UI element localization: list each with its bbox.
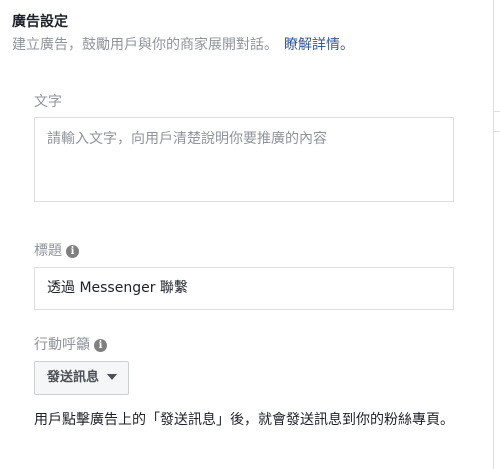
caret-down-icon — [107, 374, 118, 380]
cta-dropdown-button[interactable]: 發送訊息 — [34, 361, 130, 395]
learn-more-link[interactable]: 瞭解詳情。 — [284, 37, 354, 53]
info-icon[interactable]: i — [94, 339, 107, 352]
text-field-placeholder: 請輸入文字，向用戶清楚說明你要推廣的內容 — [47, 131, 327, 147]
section-description: 建立廣告，鼓勵用戶與你的商家展開對話。 瞭解詳情。 — [12, 36, 354, 54]
divider-tick — [494, 131, 500, 132]
ad-settings-panel: 廣告設定 建立廣告，鼓勵用戶與你的商家展開對話。 瞭解詳情。 文字 請輸入文字，向… — [0, 0, 500, 469]
cta-field-label-row: 行動呼籲 i — [34, 336, 107, 354]
section-title: 廣告設定 — [12, 14, 68, 30]
text-field-label: 文字 — [34, 94, 62, 110]
headline-input-value: 透過 Messenger 聯繫 — [47, 280, 188, 296]
panel-divider — [493, 0, 494, 469]
info-icon[interactable]: i — [66, 245, 79, 258]
headline-input[interactable]: 透過 Messenger 聯繫 — [34, 267, 454, 310]
cta-dropdown-value: 發送訊息 — [47, 370, 100, 385]
cta-field-label: 行動呼籲 — [34, 337, 90, 353]
text-field-textarea[interactable]: 請輸入文字，向用戶清楚說明你要推廣的內容 — [34, 117, 454, 202]
section-description-text: 建立廣告，鼓勵用戶與你的商家展開對話。 — [12, 37, 278, 53]
divider-tick — [494, 111, 500, 112]
headline-field-label: 標題 — [34, 243, 62, 259]
cta-help-text: 用戶點擊廣告上的「發送訊息」後，就會發送訊息到你的粉絲專頁。 — [34, 412, 454, 428]
headline-field-label-row: 標題 i — [34, 242, 79, 260]
